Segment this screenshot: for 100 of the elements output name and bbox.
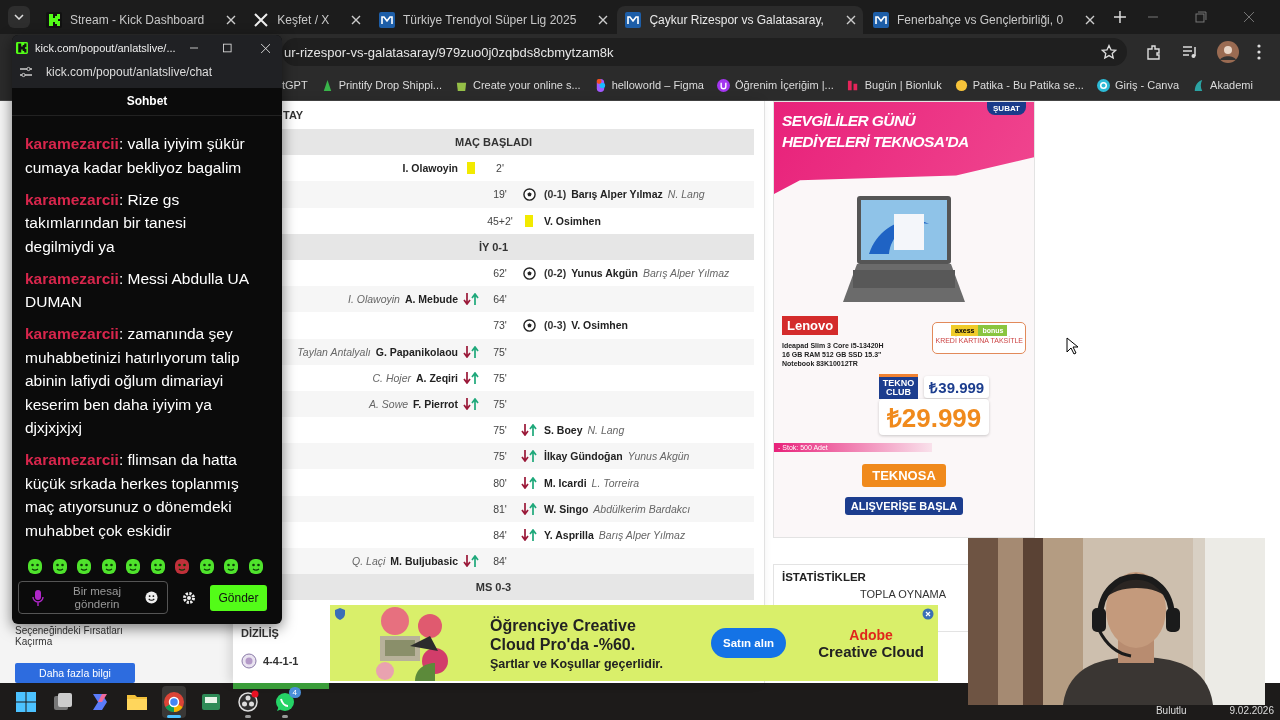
close-icon[interactable]	[845, 15, 856, 25]
shield-icon	[334, 608, 346, 620]
player-detail: Yunus Akgün	[627, 450, 690, 463]
message-field[interactable]: Bir mesaj gönderin	[18, 581, 168, 614]
address-bar[interactable]: ur-rizespor-vs-galatasaray/979zuo0j0zqbds8cbmytzam8k	[282, 38, 1127, 66]
formation: 4-4-1-1	[263, 655, 299, 668]
soccer-ball-icon	[522, 187, 536, 201]
minute: 62'	[492, 267, 508, 280]
maximize-icon[interactable]	[223, 43, 232, 53]
emote-icon[interactable]	[148, 557, 167, 575]
emote-icon[interactable]	[222, 557, 240, 575]
chat-message: karamezarcii: flimsan da hatta küçük srkada herkes toplanmış maç atıyorsunuz o dönemdeki muhabbet çok eskidir	[25, 450, 240, 541]
bookmark[interactable]: Create your online s...	[455, 78, 581, 92]
advertisement[interactable]	[773, 101, 1035, 538]
minute: 64'	[492, 293, 508, 306]
bookmark[interactable]: Öğrenim İçeriğim |...	[716, 78, 834, 92]
star-icon[interactable]	[1101, 44, 1117, 60]
section-title: DİZİLİŞ	[241, 627, 280, 640]
bookmark[interactable]: Printify Drop Shippi...	[320, 78, 442, 92]
weather-text: Bulutlu	[1155, 705, 1187, 716]
media-control-icon[interactable]	[1181, 43, 1199, 61]
player-out: I. Olawoyin	[347, 293, 400, 306]
old-price: ₺39.999	[924, 375, 990, 398]
favicon-icon	[625, 12, 642, 28]
booking-card-icon	[467, 162, 475, 175]
notification-badge: 4	[288, 686, 301, 698]
emote-icon[interactable]	[246, 557, 265, 575]
profile-avatar[interactable]	[1217, 41, 1239, 63]
player-detail: Abdülkerim Bardakcı	[593, 502, 691, 515]
substitution-icon	[463, 293, 479, 306]
microphone-icon[interactable]	[32, 589, 44, 607]
emote-icon[interactable]	[99, 557, 118, 575]
buy-button[interactable]: Satın alın	[711, 628, 787, 658]
month-badge: ŞUBAT	[987, 102, 1026, 115]
close-icon[interactable]	[351, 15, 362, 25]
browser-tab[interactable]: Stream - Kick Dashboard	[38, 6, 244, 34]
soccer-ball-icon	[522, 318, 536, 332]
minute: 75'	[492, 371, 508, 384]
bookmark[interactable]: helloworld – Figma	[593, 78, 704, 92]
bookmark[interactable]: tGPT	[282, 79, 308, 91]
player-detail: N. Lang	[587, 424, 625, 437]
bookmark[interactable]: Patika - Bu Patika se...	[954, 78, 1084, 92]
chevron-down-icon	[14, 14, 24, 20]
ad-info-icon[interactable]	[922, 608, 934, 620]
restore-icon[interactable]	[1195, 11, 1208, 23]
emoji-icon[interactable]	[145, 591, 158, 604]
minute: 2'	[495, 162, 505, 175]
taskbar-app[interactable]	[162, 685, 186, 718]
substitution-icon	[521, 528, 537, 541]
cursor-icon	[1066, 337, 1078, 355]
chat-message: karamezarcii: zamanında şey muhabbetinizi hatırlıyorum talip abinin lafiydi oğlum dimariayi keserim ben daha iyiyim ya djxjxjxjxj	[25, 324, 241, 438]
minute: 75'	[492, 450, 508, 463]
close-icon[interactable]	[226, 15, 237, 25]
bookmark[interactable]: Akademi	[1192, 78, 1253, 92]
emote-icon[interactable]	[26, 557, 44, 575]
emote-icon[interactable]	[124, 557, 142, 575]
extensions-icon[interactable]	[1145, 43, 1163, 61]
close-icon[interactable]	[1085, 15, 1096, 25]
player-name: I. Olawoyin	[402, 162, 458, 175]
browser-tab[interactable]: Çaykur Rizespor vs Galatasaray,	[617, 6, 863, 34]
window-title: kick.com/popout/anlatslive/...	[34, 42, 176, 54]
send-button[interactable]: Gönder	[210, 584, 267, 611]
emote-icon[interactable]	[50, 557, 69, 575]
section-title: TAY	[282, 108, 305, 123]
menu-icon[interactable]	[1257, 44, 1261, 60]
ad-terms: Şartlar ve Koşullar geçerlidir.	[490, 656, 663, 671]
bookmark-icon	[1096, 78, 1110, 92]
date-text: 9.02.2026	[1229, 705, 1274, 716]
browser-tab[interactable]: Fenerbahçe vs Gençlerbirliği, 0	[865, 6, 1103, 34]
emote-icon[interactable]	[197, 557, 216, 575]
minute: 19'	[492, 188, 508, 201]
minute: 84'	[492, 555, 508, 568]
player-out: Q. Laçi	[352, 555, 386, 568]
minute: 81'	[492, 502, 508, 515]
more-info-button[interactable]: Daha fazla bilgi	[15, 663, 135, 683]
bookmark[interactable]: Bugün | Bionluk	[846, 78, 942, 92]
promo-text: Seçeneğindeki Fırsatları Kaçırma	[15, 625, 124, 647]
booking-card-icon	[525, 214, 533, 227]
settings-icon[interactable]	[182, 590, 196, 605]
brand-name: Creative Cloud	[818, 642, 924, 660]
site-settings-icon[interactable]	[18, 64, 34, 80]
browser-tab[interactable]: Türkiye Trendyol Süper Lig 2025	[370, 6, 616, 34]
substitution-icon	[521, 450, 537, 463]
player-name: A. Mebude	[404, 293, 458, 306]
emote-icon[interactable]	[75, 557, 93, 575]
favicon-icon	[46, 12, 62, 28]
ad-banner[interactable]: Öğrenciye Creative Cloud Pro'da -%60. Şartlar ve Koşullar geçerlidir. Satın alın Adobe Creative Cloud	[330, 605, 938, 681]
minute: 80'	[492, 476, 508, 489]
shop-button[interactable]: ALIŞVERİŞE BAŞLA	[844, 497, 964, 515]
browser-icon	[162, 689, 186, 714]
player-detail: L. Torreira	[591, 476, 640, 489]
substitution-icon	[463, 397, 479, 410]
minute: 45+2'	[486, 214, 514, 227]
browser-tab[interactable]: Keşfet / X	[245, 6, 369, 34]
bookmark[interactable]: Giriş - Canva	[1096, 78, 1180, 92]
close-icon[interactable]	[598, 15, 609, 25]
substitution-icon	[521, 476, 537, 489]
tab-search-button[interactable]	[8, 6, 30, 28]
player-name: Barış Alper Yılmaz	[571, 188, 663, 201]
new-tab-icon[interactable]	[1114, 11, 1127, 23]
